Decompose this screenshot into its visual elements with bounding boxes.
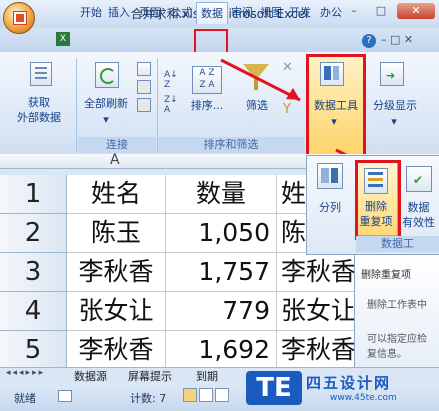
cell-qty[interactable]: 1,692 <box>166 331 277 368</box>
red-arrow-1 <box>220 58 301 102</box>
watermark-logo: TE <box>246 371 302 405</box>
row-header[interactable]: 4 <box>0 292 67 331</box>
cell-qty[interactable]: 1,757 <box>166 253 277 292</box>
status-count: 计数: 7 <box>130 392 167 405</box>
group-label-data-tools: 数据工 <box>356 236 439 252</box>
data-validation-icon: ✔ <box>406 166 432 192</box>
tooltip-line: 可以指定应检 <box>367 334 427 345</box>
row-header[interactable]: 3 <box>0 253 67 292</box>
cell-qty[interactable]: 数量 <box>166 175 277 214</box>
data-validation-button[interactable]: 数据 有效性 <box>398 200 439 230</box>
cell-c[interactable]: 李秋香 <box>277 331 359 368</box>
remove-duplicates-button[interactable]: 删除 重复项 <box>356 199 396 229</box>
tooltip-line: 复信息。 <box>367 349 407 360</box>
text-to-columns-button[interactable]: 分列 <box>313 200 347 215</box>
text-to-columns-icon <box>317 163 343 189</box>
cell-qty[interactable]: 779 <box>166 292 277 331</box>
page-break-icon[interactable] <box>215 388 229 402</box>
watermark-site-name: 四五设计网 <box>306 374 392 392</box>
cell-name[interactable]: 陈玉 <box>67 214 166 253</box>
cell-c[interactable]: 张女让 <box>277 292 359 331</box>
macro-record-icon[interactable] <box>58 390 72 402</box>
sheet-tab[interactable]: 数据源 <box>74 368 107 384</box>
sheet-nav-arrows[interactable]: ◂◂◂▸▸▸ <box>6 368 45 378</box>
cell-qty[interactable]: 1,050 <box>166 214 277 253</box>
watermark-url: www.45te.com <box>330 393 397 403</box>
row-header[interactable]: 1 <box>0 175 67 214</box>
normal-view-icon[interactable] <box>183 388 197 402</box>
column-header-a[interactable]: A <box>110 152 120 168</box>
cell-name[interactable]: 姓名 <box>67 175 166 214</box>
tooltip-line: 删除工作表中 <box>367 300 427 311</box>
page-layout-icon[interactable] <box>199 388 213 402</box>
status-ready: 就绪 <box>14 392 36 405</box>
remove-duplicates-icon <box>364 168 388 194</box>
row-header[interactable]: 5 <box>0 331 67 368</box>
sheet-tab[interactable]: 到期 <box>196 368 218 384</box>
cell-name[interactable]: 张女让 <box>67 292 166 331</box>
row-header[interactable]: 2 <box>0 214 67 253</box>
cell-name[interactable]: 李秋香 <box>67 253 166 292</box>
cell-name[interactable]: 李秋香 <box>67 331 166 368</box>
sheet-tab[interactable]: 屏幕提示 <box>128 368 172 384</box>
cell-c[interactable]: 李秋香 <box>277 253 359 292</box>
tooltip-title: 删除重复项 <box>361 270 411 281</box>
